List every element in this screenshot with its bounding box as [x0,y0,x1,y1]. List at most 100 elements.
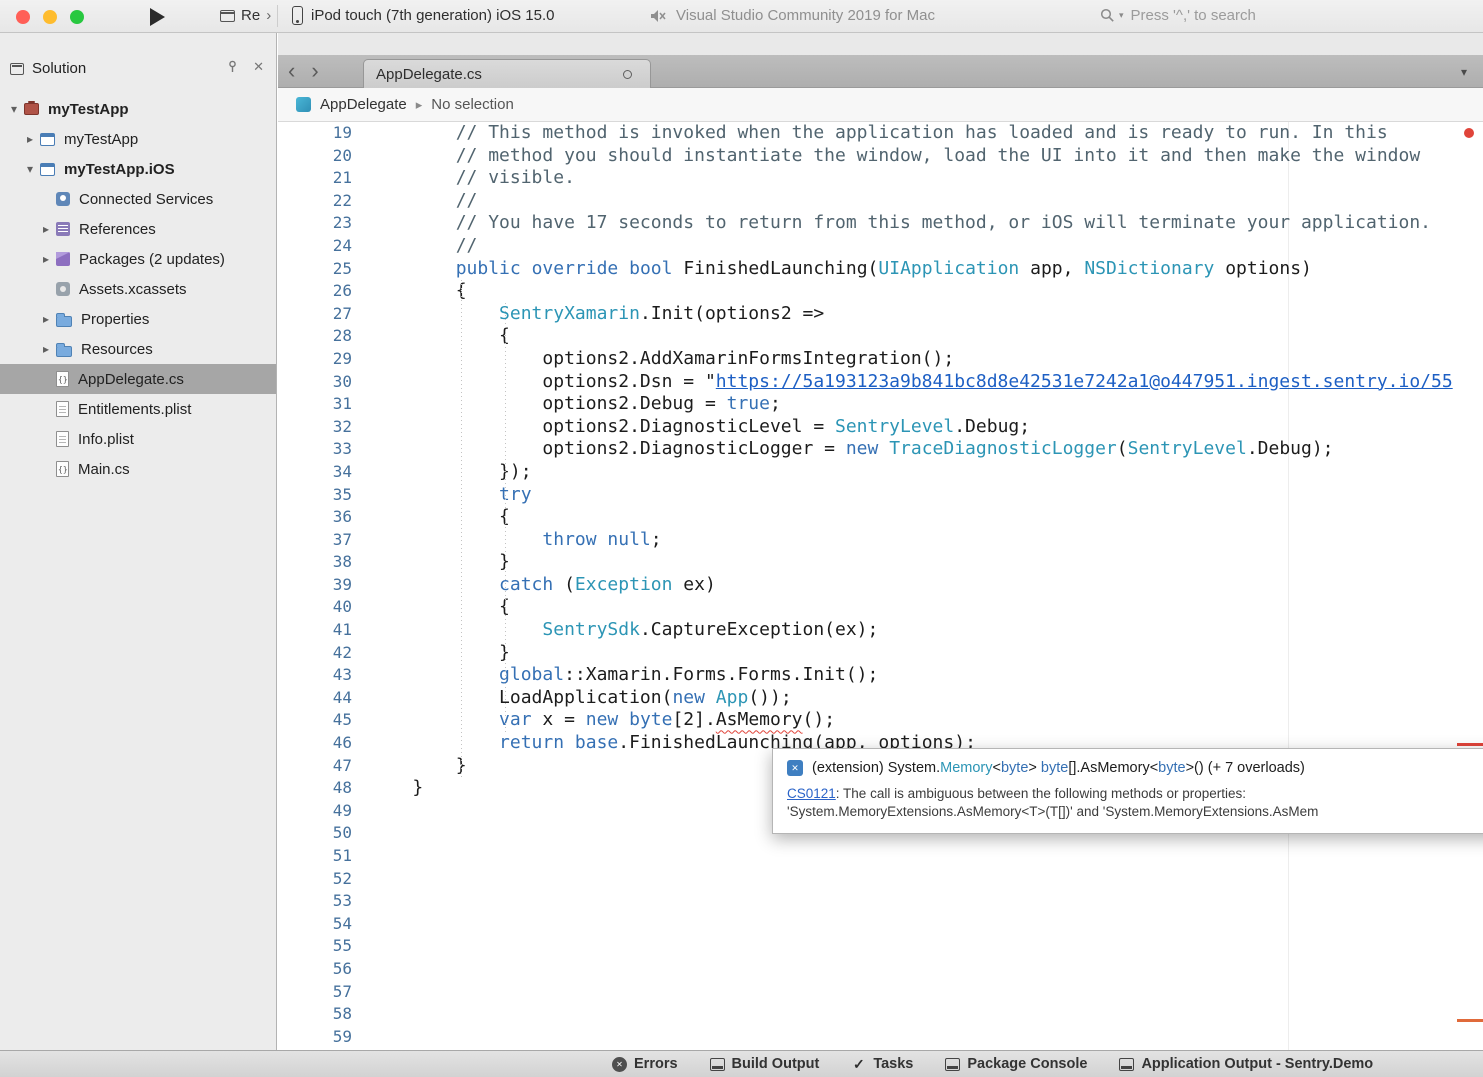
code-text[interactable] [352,981,369,1004]
line-number[interactable]: 49 [278,800,352,823]
line-number[interactable]: 48 [278,777,352,800]
code-text[interactable]: // [352,235,477,258]
tab-list-dropdown-icon[interactable] [1461,65,1467,79]
tree-item-mytestapp[interactable]: ▾myTestApp [0,94,276,124]
line-number[interactable]: 59 [278,1026,352,1049]
code-text[interactable]: options2.DiagnosticLevel = SentryLevel.D… [352,416,1030,439]
line-number[interactable]: 27 [278,303,352,326]
code-text[interactable]: // visible. [352,167,575,190]
code-text[interactable] [352,958,369,981]
close-icon[interactable]: ✕ [253,60,264,73]
tree-item-mytestapp[interactable]: ▸myTestApp [0,124,276,154]
code-text[interactable] [352,913,369,936]
code-text[interactable]: { [352,596,510,619]
tree-item-properties[interactable]: ▸Properties [0,304,276,334]
code-text[interactable]: public override bool FinishedLaunching(U… [352,258,1312,281]
line-number[interactable]: 20 [278,145,352,168]
line-number[interactable]: 51 [278,845,352,868]
code-text[interactable] [352,868,369,891]
line-number[interactable]: 53 [278,890,352,913]
line-number[interactable]: 32 [278,416,352,439]
line-number[interactable]: 38 [278,551,352,574]
error-code-link[interactable]: CS0121 [787,786,836,801]
tree-item-main-cs[interactable]: Main.cs [0,454,276,484]
line-number[interactable]: 57 [278,981,352,1004]
code-text[interactable]: var x = new byte[2].AsMemory(); [352,709,835,732]
line-number[interactable]: 40 [278,596,352,619]
tree-item-references[interactable]: ▸References [0,214,276,244]
code-text[interactable] [352,935,369,958]
breadcrumb-scope[interactable]: AppDelegate [320,96,407,113]
code-text[interactable]: } [352,777,423,800]
device-selector[interactable]: iPod touch (7th generation) iOS 15.0 [292,6,555,25]
tree-item-mytestapp-ios[interactable]: ▾myTestApp.iOS [0,154,276,184]
code-text[interactable]: catch (Exception ex) [352,574,716,597]
code-text[interactable] [352,890,369,913]
expander-closed-icon[interactable]: ▸ [22,132,38,146]
line-number[interactable]: 50 [278,822,352,845]
line-number[interactable]: 36 [278,506,352,529]
code-text[interactable]: options2.DiagnosticLogger = new TraceDia… [352,438,1334,461]
navigate-back-icon[interactable] [288,58,295,84]
navigate-forward-icon[interactable] [311,58,318,84]
line-number[interactable]: 56 [278,958,352,981]
line-number[interactable]: 55 [278,935,352,958]
expander-closed-icon[interactable]: ▸ [38,342,54,356]
scrollbar-error-line-marker[interactable] [1457,743,1483,746]
line-number[interactable]: 58 [278,1003,352,1026]
line-number[interactable]: 39 [278,574,352,597]
code-text[interactable] [352,845,369,868]
code-text[interactable]: { [352,506,510,529]
expander-closed-icon[interactable]: ▸ [38,252,54,266]
line-number[interactable]: 43 [278,664,352,687]
expander-closed-icon[interactable]: ▸ [38,312,54,326]
line-number[interactable]: 41 [278,619,352,642]
line-number[interactable]: 19 [278,122,352,145]
line-number[interactable]: 24 [278,235,352,258]
statusbar-tasks[interactable]: Tasks [851,1056,913,1072]
line-number[interactable]: 23 [278,212,352,235]
line-number[interactable]: 37 [278,529,352,552]
tree-item-info-plist[interactable]: Info.plist [0,424,276,454]
code-text[interactable] [352,1003,369,1026]
code-text[interactable] [352,822,369,845]
line-number[interactable]: 31 [278,393,352,416]
code-text[interactable]: throw null; [352,529,662,552]
code-text[interactable]: { [352,325,510,348]
tree-item-resources[interactable]: ▸Resources [0,334,276,364]
scrollbar-error-marker-icon[interactable] [1464,128,1474,138]
tree-item-assets-xcassets[interactable]: Assets.xcassets [0,274,276,304]
line-number[interactable]: 54 [278,913,352,936]
code-text[interactable]: { [352,280,467,303]
line-number[interactable]: 26 [278,280,352,303]
expander-closed-icon[interactable]: ▸ [38,222,54,236]
code-text[interactable]: SentryXamarin.Init(options2 => [352,303,824,326]
code-text[interactable]: // method you should instantiate the win… [352,145,1420,168]
line-number[interactable]: 28 [278,325,352,348]
tree-item-appdelegate-cs[interactable]: AppDelegate.cs [0,364,276,394]
statusbar-application-output-sentry-demo[interactable]: Application Output - Sentry.Demo [1119,1056,1373,1072]
line-number[interactable]: 47 [278,755,352,778]
unsaved-indicator-icon[interactable] [623,70,632,79]
statusbar-package-console[interactable]: Package Console [945,1056,1087,1072]
tree-item-entitlements-plist[interactable]: Entitlements.plist [0,394,276,424]
code-editor[interactable]: 19 // This method is invoked when the ap… [278,122,1483,1050]
line-number[interactable]: 21 [278,167,352,190]
line-number[interactable]: 30 [278,371,352,394]
line-number[interactable]: 46 [278,732,352,755]
statusbar-errors[interactable]: Errors [612,1056,678,1072]
line-number[interactable]: 42 [278,642,352,665]
zoom-window-button[interactable] [70,10,84,24]
code-text[interactable] [352,800,369,823]
code-text[interactable]: LoadApplication(new App()); [352,687,792,710]
expander-open-icon[interactable]: ▾ [22,162,38,176]
build-configuration-selector[interactable]: Re › [220,7,271,24]
line-number[interactable]: 44 [278,687,352,710]
code-text[interactable]: options2.AddXamarinFormsIntegration(); [352,348,954,371]
line-number[interactable]: 29 [278,348,352,371]
code-text[interactable]: } [352,642,510,665]
expander-open-icon[interactable]: ▾ [6,102,22,116]
pin-icon[interactable] [226,60,239,73]
line-number[interactable]: 34 [278,461,352,484]
code-text[interactable]: // [352,190,477,213]
